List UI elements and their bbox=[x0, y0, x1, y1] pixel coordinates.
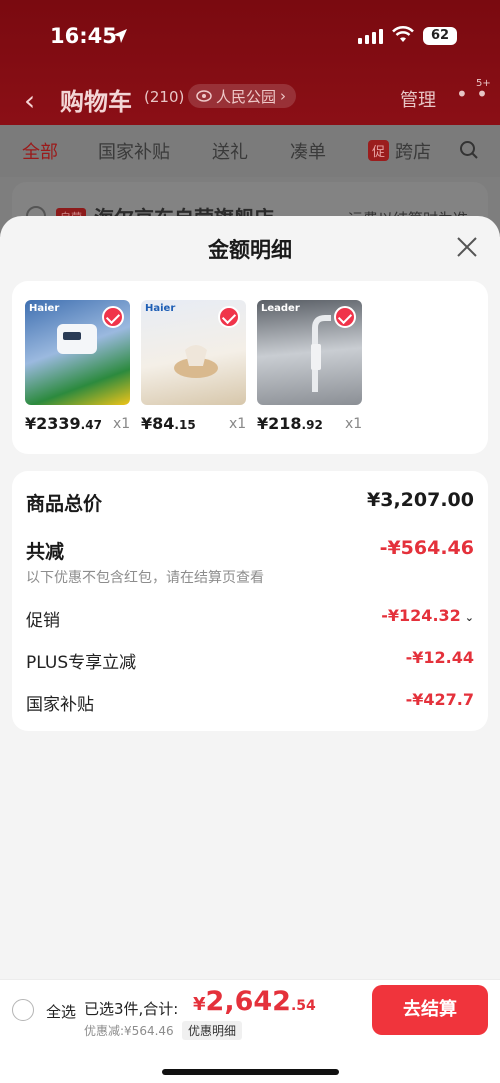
discount-label: 共减 bbox=[26, 541, 65, 563]
chevron-right-icon: › bbox=[280, 87, 287, 105]
wifi-icon bbox=[392, 26, 414, 42]
selected-summary: 已选3件,合计: bbox=[84, 1000, 179, 1018]
sheet-title: 金额明细 bbox=[208, 238, 292, 262]
product-thumbnail: Haier bbox=[141, 300, 246, 405]
back-icon[interactable]: ‹ bbox=[24, 84, 35, 117]
tab-cross-store[interactable]: 促跨店 bbox=[368, 138, 431, 164]
price-decimal: .15 bbox=[174, 418, 196, 432]
product-quantity: x1 bbox=[229, 416, 247, 432]
subsidy-value: -¥427.7 bbox=[405, 690, 474, 709]
manage-button[interactable]: 管理 bbox=[400, 86, 436, 112]
price-decimal: .47 bbox=[80, 418, 102, 432]
status-bar: 16:45 62 bbox=[0, 22, 500, 52]
cart-count: (210) bbox=[144, 88, 185, 106]
total-label: 商品总价 bbox=[26, 493, 103, 515]
product-brand: Haier bbox=[29, 303, 60, 314]
select-all-label[interactable]: 全选 bbox=[46, 1001, 76, 1022]
checkout-bar: 全选 已选3件,合计: ¥2,642.54 优惠减:¥564.46 优惠明细 去… bbox=[0, 979, 500, 1083]
product-brand: Haier bbox=[145, 303, 176, 314]
status-time: 16:45 bbox=[50, 24, 117, 48]
price-integer: ¥84 bbox=[141, 414, 175, 433]
page-title: 购物车 bbox=[60, 88, 132, 116]
steamer-image bbox=[174, 345, 218, 378]
plus-label: PLUS专享立减 bbox=[26, 653, 137, 673]
price-decimal: .92 bbox=[301, 418, 323, 432]
water-heater-image bbox=[57, 324, 97, 354]
selected-check-icon bbox=[334, 306, 356, 328]
tab-cross-store-label: 跨店 bbox=[395, 142, 432, 163]
discount-detail-button[interactable]: 优惠明细 bbox=[182, 1021, 243, 1040]
faucet-image bbox=[311, 315, 331, 392]
promo-value: -¥124.32 ⌄ bbox=[381, 606, 474, 625]
product-brand: Leader bbox=[261, 303, 300, 314]
product-quantity: x1 bbox=[113, 416, 131, 432]
product-item[interactable]: Leader ¥218.92 x1 bbox=[257, 300, 367, 433]
eye-icon bbox=[196, 90, 212, 102]
more-badge: 5+ bbox=[476, 78, 491, 89]
tab-national-subsidy[interactable]: 国家补贴 bbox=[98, 138, 170, 164]
location-arrow-icon bbox=[113, 29, 127, 43]
selected-check-icon bbox=[218, 306, 240, 328]
discount-note: 以下优惠不包含红包，请在结算页查看 bbox=[26, 570, 264, 586]
subsidy-label: 国家补贴 bbox=[26, 695, 94, 715]
promo-amount: -¥124.32 bbox=[381, 606, 461, 625]
close-icon[interactable] bbox=[456, 236, 478, 258]
battery-indicator: 62 bbox=[423, 27, 457, 45]
chevron-down-icon: ⌄ bbox=[464, 611, 474, 624]
products-card: Haier ¥2339.47 x1 Haier ¥84.15 x1 Leader… bbox=[12, 281, 488, 454]
selected-check-icon bbox=[102, 306, 124, 328]
tab-all[interactable]: 全部 bbox=[22, 138, 58, 164]
search-icon[interactable] bbox=[459, 140, 479, 160]
location-selector[interactable]: 人民公园 › bbox=[188, 84, 297, 108]
checkout-button[interactable]: 去结算 bbox=[372, 985, 488, 1035]
grand-total-decimal: .54 bbox=[290, 998, 316, 1014]
promo-tag: 促 bbox=[368, 140, 390, 161]
select-all-radio[interactable] bbox=[12, 999, 34, 1021]
tab-gift[interactable]: 送礼 bbox=[212, 138, 248, 164]
amount-detail-sheet: 金额明细 Haier ¥2339.47 x1 Haier ¥84.15 x1 L… bbox=[0, 216, 500, 979]
product-item[interactable]: Haier ¥84.15 x1 bbox=[141, 300, 251, 433]
product-thumbnail: Leader bbox=[257, 300, 362, 405]
grand-total-integer: 2,642 bbox=[205, 986, 291, 1017]
signal-icon bbox=[358, 28, 383, 44]
price-integer: ¥218 bbox=[257, 414, 302, 433]
grand-total: ¥2,642.54 bbox=[193, 986, 316, 1017]
plus-value: -¥12.44 bbox=[405, 648, 474, 667]
price-integer: ¥2339 bbox=[25, 414, 81, 433]
promo-label: 促销 bbox=[26, 611, 60, 631]
discount-value: -¥564.46 bbox=[379, 537, 474, 559]
product-item[interactable]: Haier ¥2339.47 x1 bbox=[25, 300, 135, 433]
grand-total-yen: ¥ bbox=[193, 994, 206, 1015]
filter-tabs: 全部 国家补贴 送礼 凑单 促跨店 bbox=[0, 138, 500, 166]
total-value: ¥3,207.00 bbox=[367, 489, 474, 511]
product-quantity: x1 bbox=[345, 416, 363, 432]
tab-bundle[interactable]: 凑单 bbox=[290, 138, 326, 164]
location-label: 人民公园 bbox=[216, 87, 277, 106]
product-price: ¥218.92 bbox=[257, 414, 397, 433]
summary-card: 商品总价 ¥3,207.00 共减 -¥564.46 以下优惠不包含红包，请在结… bbox=[12, 471, 488, 731]
cart-header: ‹ 购物车 (210) 人民公园 › 管理 • • 5+ bbox=[0, 78, 500, 117]
product-thumbnail: Haier bbox=[25, 300, 130, 405]
home-indicator bbox=[162, 1069, 339, 1075]
discount-summary: 优惠减:¥564.46 bbox=[84, 1024, 174, 1038]
